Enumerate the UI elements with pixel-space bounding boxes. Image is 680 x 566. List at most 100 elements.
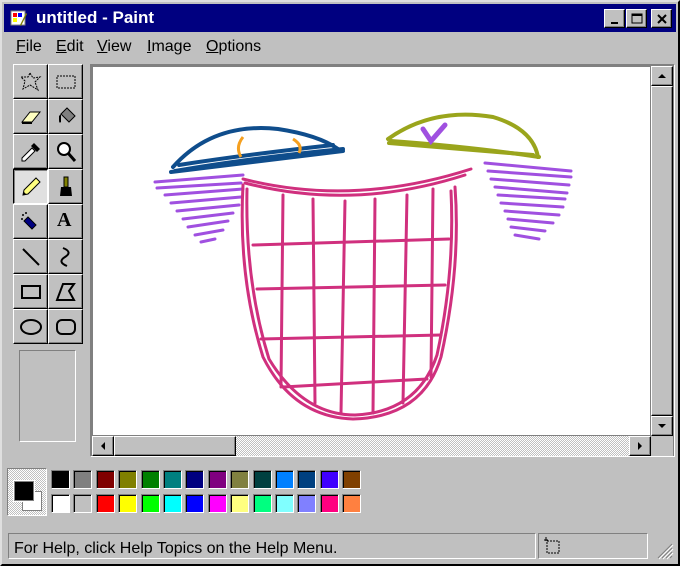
pick-color-icon <box>21 143 40 162</box>
color-swatch[interactable] <box>319 494 339 513</box>
tool-magnifier[interactable] <box>48 134 83 169</box>
color-swatch[interactable] <box>73 470 93 489</box>
color-swatch[interactable] <box>118 470 138 489</box>
resize-grip-icon[interactable] <box>656 542 674 560</box>
color-swatch[interactable] <box>275 494 294 513</box>
drawing-canvas[interactable] <box>93 67 650 435</box>
horizontal-scrollbar[interactable] <box>92 436 651 456</box>
tool-rounded-rectangle[interactable] <box>48 309 83 344</box>
color-swatch[interactable] <box>230 494 250 513</box>
window-title: untitled - Paint <box>36 8 155 27</box>
tool-options-box[interactable] <box>19 350 76 442</box>
tool-pick-color[interactable] <box>13 134 48 169</box>
menu-view[interactable]: View <box>97 38 131 56</box>
ellipse-icon <box>20 319 42 335</box>
tool-ellipse[interactable] <box>13 309 48 344</box>
scroll-down-button[interactable] <box>651 416 673 436</box>
vertical-scroll-thumb[interactable] <box>651 86 673 416</box>
color-swatch[interactable] <box>51 470 70 489</box>
scroll-up-button[interactable] <box>651 66 673 86</box>
tool-eraser[interactable] <box>13 99 48 134</box>
rounded-rectangle-icon <box>56 319 76 335</box>
color-swatch[interactable] <box>185 470 205 489</box>
arrow-up-icon <box>658 74 666 78</box>
tool-brush[interactable] <box>48 169 83 204</box>
color-swatch[interactable] <box>207 494 227 513</box>
tool-airbrush[interactable] <box>13 204 48 239</box>
close-button[interactable] <box>651 9 672 28</box>
arrow-left-icon <box>101 442 105 450</box>
color-swatch[interactable] <box>230 470 250 489</box>
tool-polygon[interactable] <box>48 274 83 309</box>
paint-window: untitled - Paint File Edit View Image Op… <box>0 0 680 566</box>
brush-icon <box>60 176 72 196</box>
paint-app-icon[interactable] <box>10 9 28 27</box>
menu-file[interactable]: File <box>16 38 42 56</box>
polygon-icon <box>55 283 76 301</box>
color-box <box>7 468 372 518</box>
color-swatch[interactable] <box>185 494 205 513</box>
pencil-icon <box>22 177 41 196</box>
color-swatch[interactable] <box>207 470 227 489</box>
color-swatch[interactable] <box>275 470 294 489</box>
tool-rectangle[interactable] <box>13 274 48 309</box>
tool-line[interactable] <box>13 239 48 274</box>
scroll-right-button[interactable] <box>629 436 651 456</box>
menu-edit[interactable]: Edit <box>56 38 84 56</box>
right-eye <box>386 112 541 159</box>
color-swatch[interactable] <box>163 470 182 489</box>
current-colors[interactable] <box>7 468 47 516</box>
menu-bar: File Edit View Image Options <box>4 34 676 60</box>
tool-text[interactable]: A <box>48 204 83 239</box>
eraser-icon <box>20 111 42 124</box>
color-swatch[interactable] <box>95 470 115 489</box>
menu-image[interactable]: Image <box>147 38 191 56</box>
color-swatch[interactable] <box>140 470 160 489</box>
select-icon <box>56 75 76 89</box>
tool-select[interactable] <box>48 64 83 99</box>
minimize-button[interactable] <box>604 9 625 28</box>
line-icon <box>22 248 40 266</box>
color-swatch[interactable] <box>73 494 93 513</box>
left-cheek-lines <box>153 173 245 244</box>
menu-options[interactable]: Options <box>206 38 261 56</box>
canvas-area <box>90 64 675 457</box>
horizontal-scroll-thumb[interactable] <box>114 436 236 456</box>
color-swatch[interactable] <box>252 470 272 489</box>
color-swatch[interactable] <box>297 494 317 513</box>
color-swatch[interactable] <box>118 494 138 513</box>
tool-free-form-select[interactable] <box>13 64 48 99</box>
title-bar[interactable]: untitled - Paint <box>4 4 676 32</box>
tool-pencil[interactable] <box>13 169 48 204</box>
color-swatch[interactable] <box>342 470 362 489</box>
color-swatch[interactable] <box>140 494 160 513</box>
scroll-left-button[interactable] <box>92 436 114 456</box>
free-form-select-icon <box>20 71 42 92</box>
face-drawing <box>153 112 573 421</box>
tool-fill-with-color[interactable] <box>48 99 83 134</box>
color-swatch[interactable] <box>319 470 339 489</box>
toolbox: A <box>11 64 83 448</box>
color-swatch[interactable] <box>51 494 70 513</box>
left-eye <box>169 126 345 174</box>
magnifier-icon <box>57 142 77 162</box>
foreground-color-swatch[interactable] <box>14 481 34 501</box>
text-icon: A <box>57 209 72 231</box>
color-swatch[interactable] <box>342 494 362 513</box>
airbrush-icon <box>21 212 37 230</box>
rectangle-icon <box>21 285 41 299</box>
color-swatch[interactable] <box>252 494 272 513</box>
maximize-icon <box>631 13 643 24</box>
color-swatch[interactable] <box>297 470 317 489</box>
color-swatch[interactable] <box>95 494 115 513</box>
status-bar: For Help, click Help Topics on the Help … <box>4 530 676 562</box>
status-help-text: For Help, click Help Topics on the Help … <box>14 540 338 557</box>
right-eye-heart <box>420 122 448 146</box>
tool-curve[interactable] <box>48 239 83 274</box>
maximize-button[interactable] <box>626 9 647 28</box>
color-swatch[interactable] <box>163 494 182 513</box>
status-coordinates-panel <box>538 533 648 559</box>
fill-with-color-icon <box>59 107 76 123</box>
vertical-scrollbar[interactable] <box>651 66 673 436</box>
close-icon <box>657 14 667 24</box>
